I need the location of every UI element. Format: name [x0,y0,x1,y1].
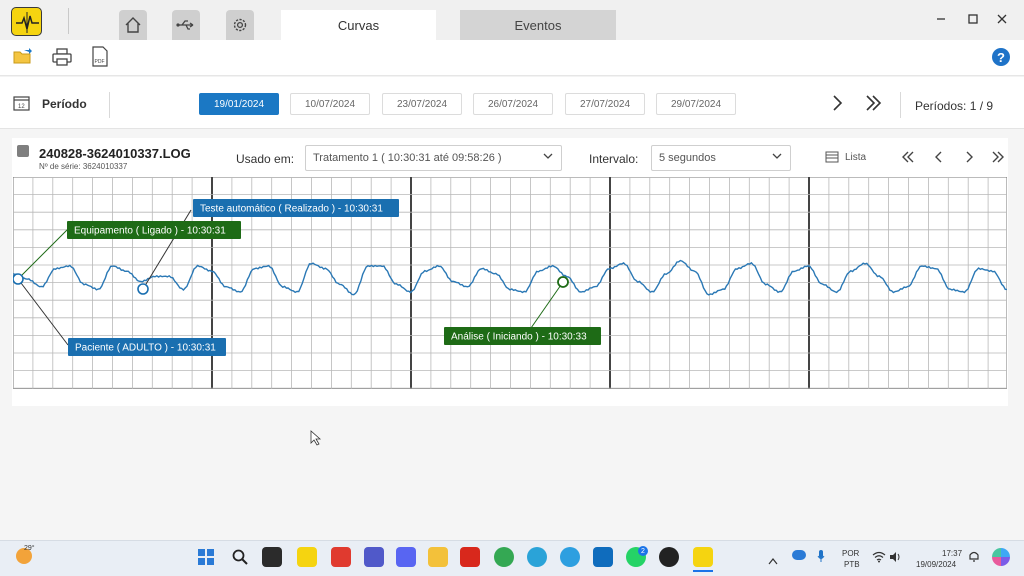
microphone-icon[interactable] [817,549,825,568]
speaker-icon[interactable] [889,550,901,568]
task-view-icon[interactable] [262,547,282,567]
calendar-icon: 12 [13,95,30,116]
mouse-cursor-icon [310,430,322,451]
maximize-icon[interactable] [966,12,980,26]
wifi-icon[interactable] [872,550,886,568]
acrobat-icon[interactable] [460,547,480,567]
titlebar-separator [68,8,69,34]
last-page-icon[interactable] [990,149,1006,169]
weather-temp: 29° [24,545,35,552]
toolbar [0,40,1024,76]
next-period-icon[interactable] [831,94,843,117]
pdf-icon-label: PDF [95,59,105,65]
app-yellow-active-icon[interactable] [693,547,713,567]
chevron-down-icon [772,151,782,164]
periods-separator [900,92,901,118]
discord-icon[interactable] [396,547,416,567]
edge-icon[interactable] [527,547,547,567]
period-separator [109,92,110,118]
onedrive-icon[interactable] [792,550,806,560]
list-icon [825,151,839,163]
date-button[interactable]: 26/07/2024 [473,93,553,115]
windows-start-icon[interactable] [196,547,216,567]
help-icon[interactable]: ? [992,48,1010,66]
usado-em-label: Usado em: [236,152,295,166]
period-label: Período [42,97,87,111]
notification-icon[interactable] [968,549,980,568]
phone-app-icon[interactable] [560,547,580,567]
prev-page-icon[interactable] [931,149,947,169]
intervalo-label: Intervalo: [589,152,639,166]
intervalo-select[interactable]: 5 segundos [651,145,791,171]
annotation-analise-text: Análise ( Iniciando ) - 10:30:33 [451,332,587,343]
pdf-icon[interactable]: PDF [88,45,112,69]
app-logo-icon [11,7,42,36]
home-button[interactable] [119,10,147,40]
svg-text:12: 12 [18,104,25,110]
list-label: Lista [845,151,867,163]
usb-button[interactable] [172,10,200,40]
annotation-paciente-text: Paciente ( ADULTO ) - 10:30:31 [75,343,216,354]
search-icon[interactable] [230,547,250,567]
usb-icon [176,20,194,30]
app-yellow-icon[interactable] [297,547,317,567]
obs-icon[interactable] [659,547,679,567]
date-button[interactable]: 23/07/2024 [382,93,462,115]
active-app-indicator [693,570,713,572]
outlook-icon[interactable] [593,547,613,567]
minimize-icon[interactable] [934,12,948,26]
next-page-icon[interactable] [961,149,977,169]
close-icon[interactable] [995,12,1009,26]
usado-em-select[interactable]: Tratamento 1 ( 10:30:31 até 09:58:26 ) [305,145,562,171]
date-button[interactable]: 27/07/2024 [565,93,645,115]
gear-icon [233,18,247,32]
serial-number: Nº de série: 3624010337 [39,162,128,171]
clock-date[interactable]: 19/09/2024 [916,560,956,569]
language-code[interactable]: POR [842,549,859,558]
event-marker [557,276,569,288]
copilot-icon[interactable] [992,548,1010,566]
periods-count: Períodos: 1 / 9 [915,99,994,113]
last-period-icon[interactable] [864,94,882,117]
date-button[interactable]: 29/07/2024 [656,93,736,115]
notification-badge: 2 [638,546,648,556]
print-icon[interactable] [50,45,74,69]
chrome-icon[interactable] [494,547,514,567]
file-name: 240828-3624010337.LOG [39,146,191,161]
date-button[interactable]: 10/07/2024 [290,93,370,115]
waveform-chart[interactable]: Teste automático ( Realizado ) - 10:30:3… [13,177,1007,389]
event-marker [137,283,149,295]
chevron-up-icon[interactable] [768,552,778,570]
first-page-icon[interactable] [900,149,916,169]
file-color-marker [17,145,29,157]
chevron-down-icon [543,151,553,164]
open-folder-icon[interactable] [11,45,35,69]
clock-time[interactable]: 17:37 [942,549,962,558]
list-button[interactable]: Lista [825,151,866,163]
keyboard-layout[interactable]: PTB [844,560,860,569]
tab-eventos[interactable]: Eventos [460,10,616,40]
event-marker [13,273,24,285]
annotation-equipamento-text: Equipamento ( Ligado ) - 10:30:31 [74,226,226,237]
anydesk-icon[interactable] [331,547,351,567]
file-explorer-icon[interactable] [428,547,448,567]
usado-em-value: Tratamento 1 ( 10:30:31 até 09:58:26 ) [313,152,502,164]
settings-button[interactable] [226,10,254,40]
tab-curvas[interactable]: Curvas [281,10,436,40]
annotation-teste-automatico-text: Teste automático ( Realizado ) - 10:30:3… [200,204,383,215]
intervalo-value: 5 segundos [659,152,716,164]
date-button[interactable]: 19/01/2024 [199,93,279,115]
teams-icon[interactable] [364,547,384,567]
home-icon [125,17,141,33]
